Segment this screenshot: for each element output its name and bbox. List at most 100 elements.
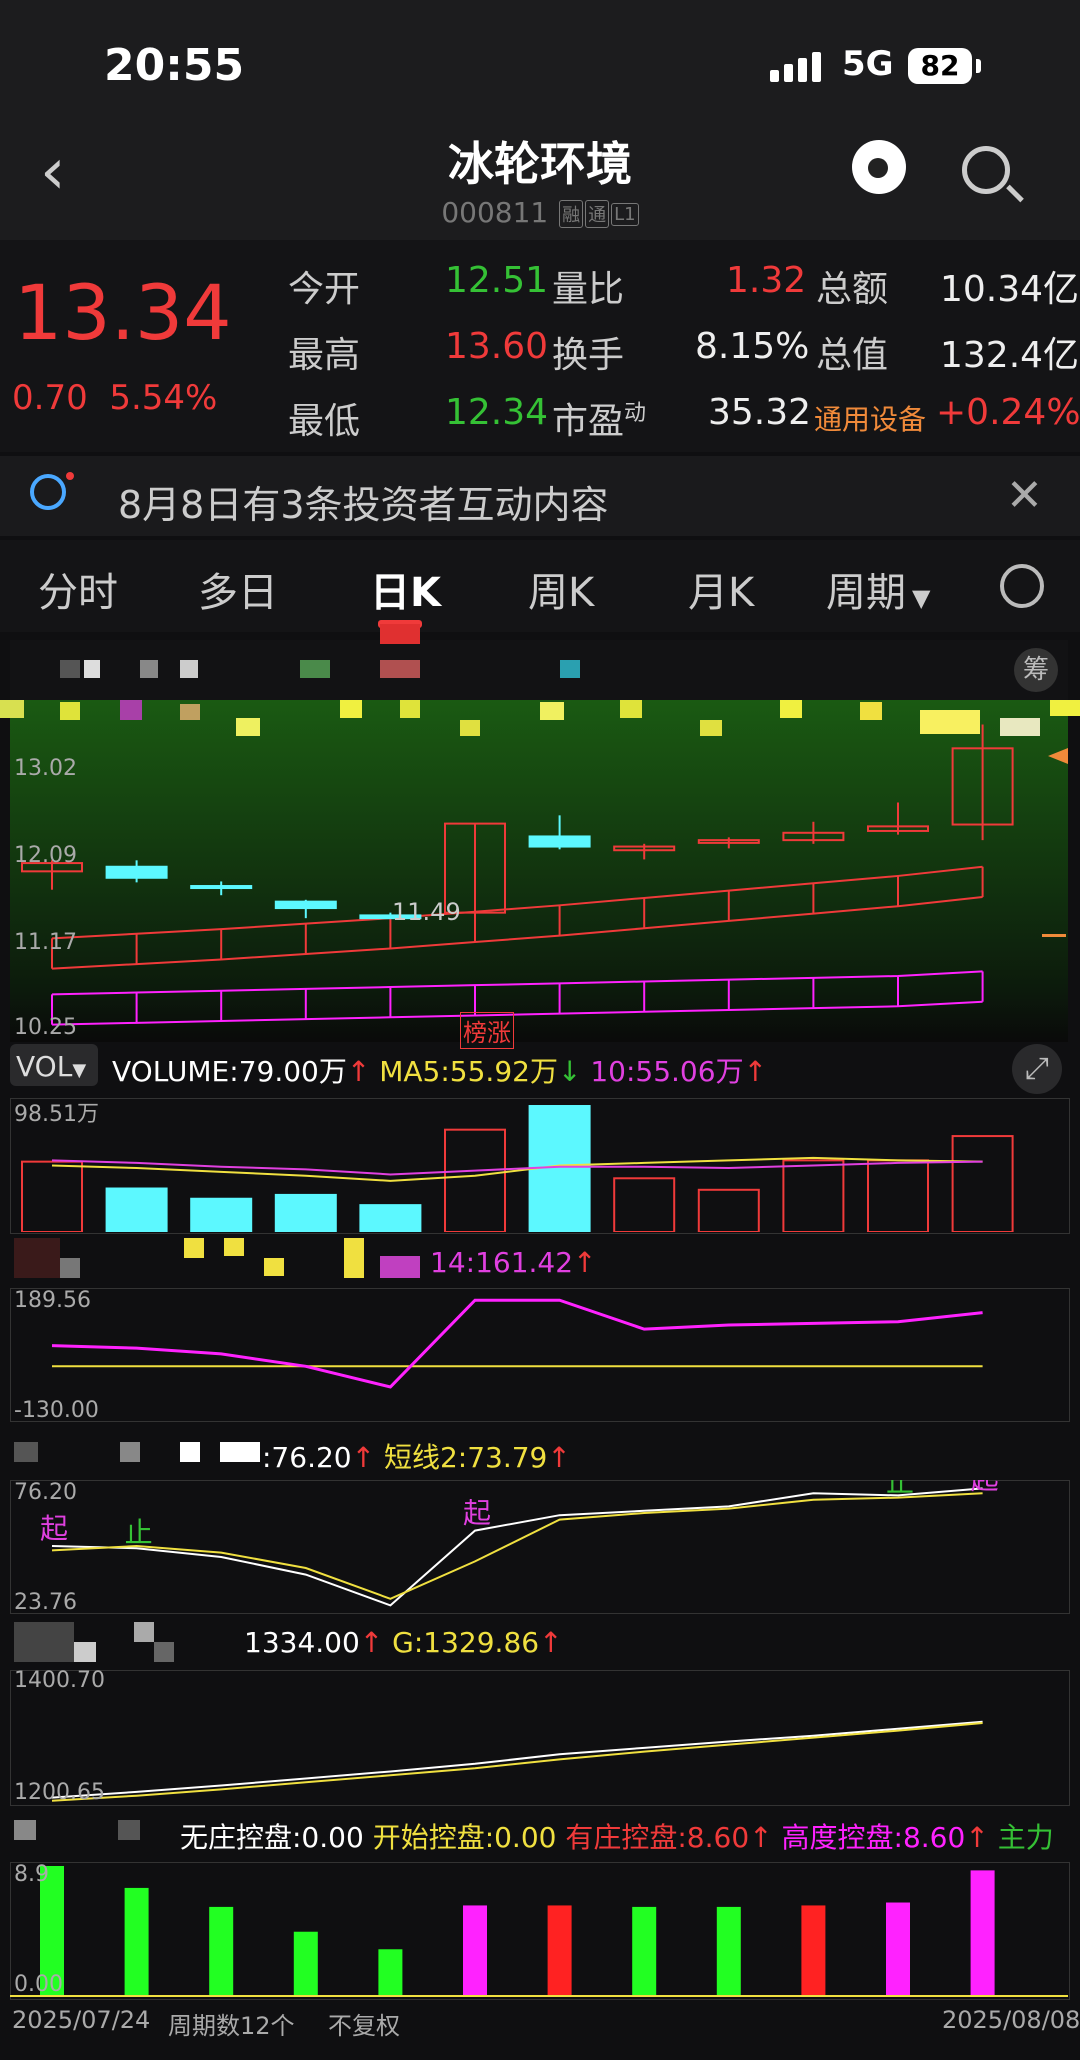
ind2-white-line: [51, 1487, 983, 1607]
ind3-chart[interactable]: [10, 1670, 1068, 1804]
vol-value: 79.00万: [238, 1055, 347, 1088]
search-icon[interactable]: [962, 146, 1010, 194]
signal-mark: 止: [125, 1516, 153, 1549]
ind1-value: 14:161.42: [430, 1246, 574, 1279]
volume-bar: [697, 1188, 760, 1232]
vol-ma5-key: MA5:: [379, 1055, 450, 1088]
start-date: 2025/07/24: [12, 2006, 151, 2034]
ind3-ytick: 1200.65: [14, 1780, 105, 1805]
change-pct: 5.54%: [109, 378, 218, 418]
stock-code: 000811 融通 L1: [0, 196, 1080, 229]
signal-mark: 止: [886, 1480, 914, 1498]
band-lower-floor: [51, 1000, 983, 1026]
ind3-value-a: 1334.00: [244, 1626, 360, 1659]
ind3-yellow-line: [51, 1721, 983, 1802]
tab-multiday[interactable]: 多日: [198, 560, 278, 618]
control-bar: [209, 1906, 234, 1996]
up-arrow-icon: ↑: [573, 1246, 597, 1279]
ind2-ytick: 23.76: [14, 1590, 77, 1615]
tag-level: L1: [611, 202, 639, 226]
adjust-mode[interactable]: 不复权: [328, 2006, 400, 2041]
label-turnover-amt: 总额: [816, 269, 889, 310]
signal-mark: 起: [40, 1512, 68, 1545]
signal-mark: 起: [971, 1480, 999, 1495]
last-price: 13.34: [14, 268, 232, 357]
indicator-selector-label[interactable]: VOL▼: [16, 1050, 86, 1083]
sector-name[interactable]: 通用设备: [814, 398, 926, 438]
volume-ytick: 98.51万: [14, 1102, 99, 1127]
up-arrow-icon: ↑: [743, 1055, 768, 1088]
band-lower-line: [51, 970, 983, 996]
change-value: 0.70: [12, 378, 88, 418]
bulb-icon: [30, 472, 74, 510]
ind4-item-0: 无庄控盘:0.00: [180, 1821, 364, 1854]
control-bar: [886, 1902, 910, 1996]
tab-monthly-k[interactable]: 月K: [688, 560, 754, 618]
volume-bar: [782, 1159, 845, 1232]
price-marker-icon: [1048, 748, 1068, 764]
settings-icon[interactable]: [1000, 564, 1044, 608]
control-bar: [632, 1906, 657, 1996]
kline-chart[interactable]: [10, 700, 1068, 1042]
up-arrow-icon: ↑: [539, 1626, 563, 1659]
control-bar: [970, 1870, 995, 1996]
expand-icon[interactable]: ⤢: [1012, 1044, 1062, 1094]
signal-icon: [770, 52, 826, 82]
price-change: 0.70 5.54%: [12, 378, 217, 418]
tab-period-label: 周期: [826, 570, 906, 616]
ind1-line: [51, 1298, 983, 1389]
volume-bar: [867, 1159, 929, 1232]
control-bar: [124, 1887, 149, 1996]
control-bar: [293, 1931, 318, 1996]
indicator-selector-text: VOL: [16, 1050, 73, 1083]
ind2-value-b: 短线2:73.79: [383, 1441, 548, 1474]
tab-period[interactable]: 周期 ▼: [826, 560, 930, 618]
close-icon[interactable]: ✕: [1006, 470, 1043, 521]
label-turnover-rate: 换手: [552, 335, 625, 376]
ind2-chart[interactable]: 起止起止起: [10, 1480, 1068, 1612]
tab-intraday[interactable]: 分时: [38, 560, 118, 618]
value-market-cap: 132.4亿: [940, 335, 1080, 376]
tag-connect: 通: [585, 200, 610, 228]
candle-body: [105, 865, 168, 879]
ind4-ytick: 0.00: [14, 1972, 63, 1997]
ind3-value-b: G:1329.86: [392, 1626, 540, 1659]
tab-daily-k[interactable]: 日K: [370, 560, 441, 618]
volume-bar: [105, 1187, 168, 1232]
ind4-ytick: 8.9: [14, 1862, 49, 1887]
up-arrow-icon: ↑: [351, 1441, 376, 1474]
value-vol-ratio: 1.32: [726, 260, 807, 301]
tab-weekly-k[interactable]: 周K: [528, 560, 594, 618]
ind4-item-3: 高度控盘:8.60: [781, 1821, 966, 1854]
ind3-legend: 1334.00↑ G:1329.86↑: [244, 1626, 563, 1659]
stock-code-text: 000811: [441, 196, 549, 229]
end-date: 2025/08/08: [942, 2006, 1080, 2034]
chip-button[interactable]: 筹: [1014, 648, 1058, 692]
volume-bar: [190, 1197, 253, 1232]
label-low: 最低: [288, 401, 361, 442]
signal-mark: 起: [463, 1497, 491, 1530]
kline-ytick: 11.17: [14, 930, 77, 955]
volume-chart[interactable]: [10, 1098, 1068, 1232]
up-arrow-icon: ↑: [547, 1441, 571, 1474]
candle-body: [274, 900, 337, 910]
ind4-chart[interactable]: [10, 1862, 1068, 1998]
ind3-ytick: 1400.70: [14, 1668, 105, 1693]
volume-bar: [444, 1128, 506, 1232]
low-annotation: 11.49: [392, 898, 461, 926]
control-bar: [716, 1906, 741, 1996]
control-bar: [378, 1949, 403, 1996]
kline-ytick: 12.09: [14, 843, 77, 868]
ind1-chart[interactable]: [10, 1288, 1068, 1420]
label-pe-text: 市盈: [552, 401, 625, 442]
ranking-tag[interactable]: 榜涨: [460, 1012, 514, 1049]
notice-text[interactable]: 8月8日有3条投资者互动内容: [118, 474, 609, 529]
up-arrow-icon: ↑: [749, 1821, 773, 1854]
tag-margin: 融: [559, 200, 584, 228]
network-type: 5G: [842, 44, 894, 84]
ind2-value-a: :76.20: [262, 1441, 352, 1474]
kline-ytick: 10.25: [14, 1015, 77, 1040]
mascot-icon[interactable]: [852, 140, 906, 194]
vol-ma10-key: 10:: [590, 1055, 636, 1088]
chevron-down-icon: ▼: [912, 584, 931, 612]
